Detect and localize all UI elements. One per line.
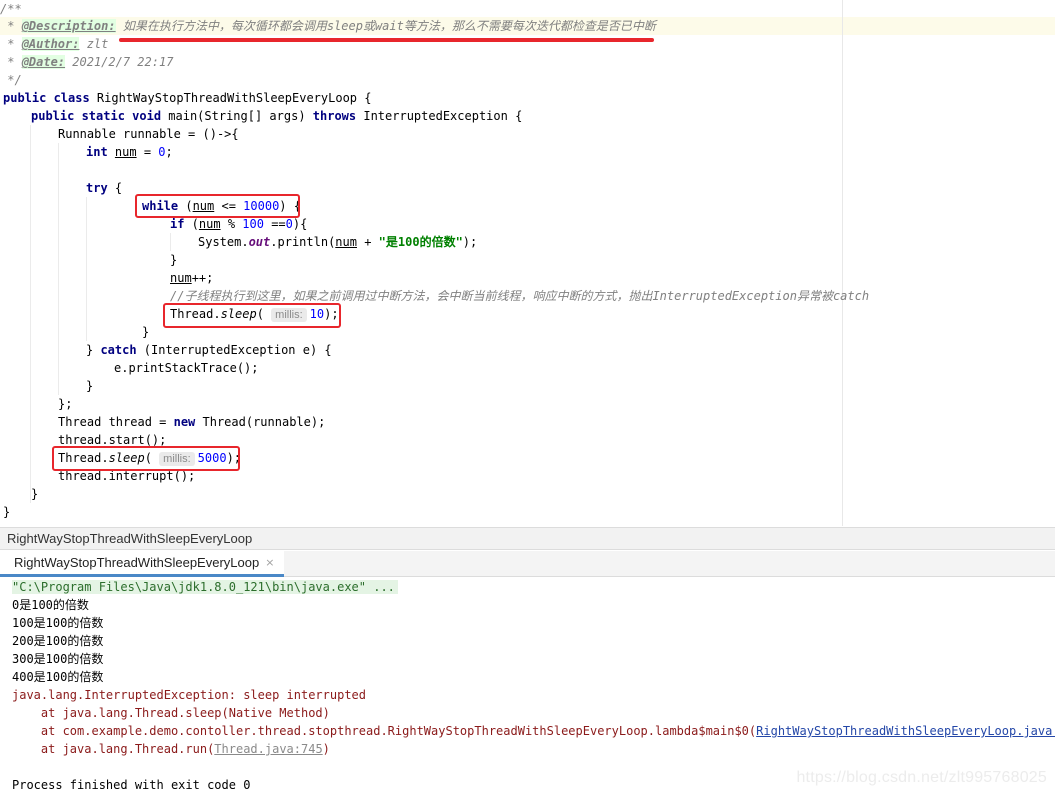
author-value: zlt [79,37,109,51]
int-num-line: int num = 0; [86,145,173,159]
stack-trace-line: at java.lang.Thread.sleep(Native Method) [12,706,330,720]
console-line: 100是100的倍数 [12,616,104,630]
breadcrumb-item-class[interactable]: RightWayStopThreadWithSleepEveryLoop [7,531,252,546]
class-name: RightWayStopThreadWithSleepEveryLoop { [89,91,372,105]
author-tag: @Author: [21,37,80,51]
main-method-declaration: public static void main(String[] args) t… [31,109,523,123]
code-line: * @Date: 2021/2/7 22:17 [0,55,174,69]
catch-line: } catch (InterruptedException e) { [86,343,332,357]
console-line: 200是100的倍数 [12,634,104,648]
description-tag: @Description: [21,19,116,33]
lambda-close: }; [58,397,73,411]
date-value: 2021/2/7 22:17 [65,55,174,69]
stack-trace-line: at java.lang.Thread.run(Thread.java:745) [12,742,330,756]
date-tag: @Date: [21,55,66,69]
main-close-brace: } [31,487,39,501]
description-text: 如果在执行方法中，每次循环都会调用sleep或wait等方法，那么不需要每次迭代… [115,19,656,33]
stack-trace-line: at com.example.demo.contoller.thread.sto… [12,722,1055,740]
class-close-brace: } [3,505,11,519]
code-line: * @Description: 如果在执行方法中，每次循环都会调用sleep或w… [0,19,656,33]
watermark: https://blog.csdn.net/zlt995768025 [796,769,1047,786]
sleep-5000-highlight-box [52,446,240,471]
run-tool-window-tabs: RightWayStopThreadWithSleepEveryLoop × [0,551,1055,577]
indent-guide [30,125,31,503]
indent-guide [58,143,59,395]
source-link[interactable]: RightWayStopThreadWithSleepEveryLoop.jav… [756,724,1055,738]
sleep-10-highlight-box [163,303,341,328]
class-declaration: public class RightWayStopThreadWithSleep… [3,91,372,105]
doc-comment-open: /** [0,2,22,16]
source-link[interactable]: Thread.java:745 [214,742,322,756]
console-line: "C:\Program Files\Java\jdk1.8.0_121\bin\… [12,578,398,596]
close-icon[interactable]: × [265,556,274,569]
java-command: "C:\Program Files\Java\jdk1.8.0_121\bin\… [12,580,398,594]
console-line: 400是100的倍数 [12,670,104,684]
indent-guide [86,197,87,341]
code-line: */ [0,73,22,87]
exception-line: java.lang.InterruptedException: sleep in… [12,688,367,702]
if-close-brace: } [170,253,178,267]
console-output[interactable]: "C:\Program Files\Java\jdk1.8.0_121\bin\… [0,578,1055,795]
code-line: * @Author: zlt [0,37,109,51]
tab-label: RightWayStopThreadWithSleepEveryLoop [14,555,260,570]
red-underline-annotation [119,38,654,42]
code-editor[interactable]: /** * @Description: 如果在执行方法中，每次循环都会调用sle… [0,0,1055,526]
while-highlight-box [135,194,300,218]
try-line: try { [86,181,123,195]
num-increment-line: num++; [170,271,214,285]
println-line: System.out.println(num + "是100的倍数"); [198,235,478,249]
console-line: 0是100的倍数 [12,598,89,612]
print-stack-trace-line: e.printStackTrace(); [114,361,259,375]
indent-guide [170,233,171,251]
catch-close-brace: } [86,379,94,393]
while-close-brace: } [142,325,150,339]
process-finished-line: Process finished with exit code 0 [12,778,251,792]
runnable-line: Runnable runnable = ()->{ [58,127,239,141]
breadcrumb: RightWayStopThreadWithSleepEveryLoop [0,527,1055,550]
code-line: /** [0,0,22,18]
tab-run-config[interactable]: RightWayStopThreadWithSleepEveryLoop × [0,551,285,577]
thread-new-line: Thread thread = new Thread(runnable); [58,415,326,429]
console-line: 300是100的倍数 [12,652,104,666]
right-margin-guide [842,0,843,526]
